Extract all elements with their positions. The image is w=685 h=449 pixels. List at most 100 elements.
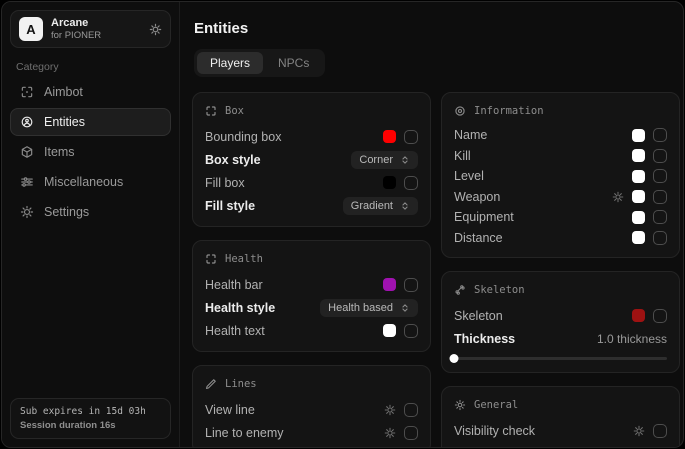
select-value: Corner [359,154,393,166]
checkbox[interactable] [653,210,667,224]
row-settings-gear-icon[interactable] [384,427,396,439]
checkbox[interactable] [653,309,667,323]
sidebar-item-label: Entities [44,115,85,129]
sliders-icon [20,175,34,189]
checkbox[interactable] [653,424,667,438]
setting-row: Weapon [454,187,667,208]
slider-label-row: Thickness 1.0 thickness [454,327,667,350]
setting-row: Level [454,166,667,187]
session-duration-text: Session duration 16s [20,420,161,431]
color-swatch[interactable] [632,309,645,322]
row-settings-gear-icon[interactable] [384,404,396,416]
sidebar: A Arcane for PIONER Category Aimbot [2,2,180,447]
setting-label: Fill box [205,176,245,190]
unfold-icon [400,201,410,211]
arcane-window: A Arcane for PIONER Category Aimbot [1,1,684,448]
setting-row: Visibility check [454,419,667,442]
color-swatch[interactable] [632,149,645,162]
checkbox[interactable] [404,403,418,417]
subscription-info: Sub expires in 15d 03h Session duration … [10,398,171,439]
slider-handle[interactable] [450,354,459,363]
color-swatch[interactable] [383,324,396,337]
sidebar-item-entities[interactable]: Entities [10,108,171,136]
select-value: Health based [328,302,393,314]
checkbox[interactable] [653,149,667,163]
checkbox[interactable] [404,278,418,292]
setting-row: View line [205,398,418,421]
row-settings-gear-icon[interactable] [633,425,645,437]
setting-row: Equipment [454,207,667,228]
health-style-select[interactable]: Health based [320,299,418,317]
box-style-select[interactable]: Corner [351,151,418,169]
setting-label: Thickness [454,332,515,346]
sub-expires-text: Sub expires in 15d 03h [20,406,161,417]
checkbox[interactable] [653,190,667,204]
setting-row: Line to enemy [205,421,418,444]
setting-label: Kill [454,149,471,163]
setting-row: Health style Health based [205,296,418,319]
setting-row: Fill box [205,171,418,194]
setting-label: Fill style [205,199,255,213]
select-value: Gradient [351,200,393,212]
color-swatch[interactable] [632,129,645,142]
sidebar-item-aimbot[interactable]: Aimbot [10,78,171,106]
information-card: Information Name Kill [441,92,680,258]
gear-icon [20,205,34,219]
setting-label: Weapon [454,190,500,204]
checkbox[interactable] [404,176,418,190]
slider-value: 1.0 thickness [597,332,667,346]
color-swatch[interactable] [632,190,645,203]
unfold-icon [400,303,410,313]
color-swatch[interactable] [632,211,645,224]
setting-row: Health text [205,319,418,342]
page-title: Entities [194,20,680,37]
setting-row: Kill [454,146,667,167]
row-settings-gear-icon[interactable] [612,191,624,203]
lines-card: Lines View line Line to enemy [192,365,431,448]
setting-label: Equipment [454,210,514,224]
checkbox[interactable] [653,128,667,142]
tab-npcs[interactable]: NPCs [265,52,322,74]
checkbox[interactable] [404,324,418,338]
tab-players[interactable]: Players [197,52,263,74]
sidebar-item-miscellaneous[interactable]: Miscellaneous [10,168,171,196]
setting-label: Max distance [454,447,533,449]
color-swatch[interactable] [383,130,396,143]
sidebar-nav: Aimbot Entities Items Miscellaneous [10,78,171,226]
box-card: Box Bounding box Box style Corne [192,92,431,227]
corners-icon [205,105,217,117]
crosshair-icon [20,85,34,99]
sidebar-item-label: Settings [44,205,89,219]
setting-label: Skeleton [454,309,503,323]
setting-label: Visibility check [454,424,535,438]
checkbox[interactable] [404,130,418,144]
setting-row: Skeleton [454,304,667,327]
brand-logo: A [19,17,43,41]
sidebar-item-settings[interactable]: Settings [10,198,171,226]
main-content: Entities Players NPCs Box Bounding box [180,2,684,447]
fill-style-select[interactable]: Gradient [343,197,418,215]
color-swatch[interactable] [383,278,396,291]
setting-label: Health bar [205,278,263,292]
setting-label: Health text [205,324,265,338]
cube-icon [20,145,34,159]
color-swatch[interactable] [632,170,645,183]
checkbox[interactable] [653,231,667,245]
thickness-slider[interactable] [454,353,667,363]
section-title: Information [474,105,544,117]
section-title: Health [225,253,263,265]
setting-row: Bounding box [205,125,418,148]
slider-label-row: Max distance 500m [454,442,667,448]
checkbox[interactable] [653,169,667,183]
section-title: General [474,399,518,411]
gear-icon[interactable] [149,23,162,36]
setting-row: Box style Corner [205,148,418,171]
section-title: Skeleton [474,284,525,296]
setting-label: Box style [205,153,261,167]
brand-subtitle: for PIONER [51,30,101,41]
setting-label: Health style [205,301,275,315]
color-swatch[interactable] [383,176,396,189]
color-swatch[interactable] [632,231,645,244]
sidebar-item-items[interactable]: Items [10,138,171,166]
checkbox[interactable] [404,426,418,440]
